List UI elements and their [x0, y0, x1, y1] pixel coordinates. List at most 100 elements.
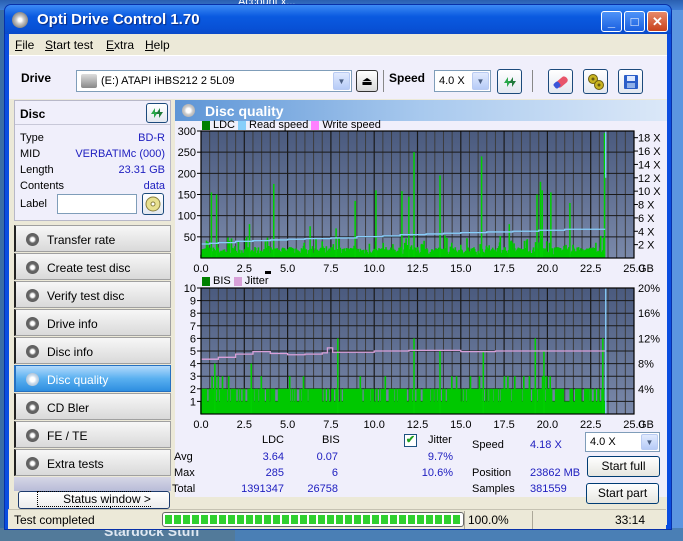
- disc-icon: [26, 373, 39, 386]
- eject-button[interactable]: ⏏: [356, 70, 378, 92]
- position-value: 23862 MB: [530, 467, 581, 479]
- client-area: File Start test Extra Help Drive (E:) AT…: [9, 34, 667, 525]
- disc-panel-header: Disc: [15, 101, 170, 125]
- progress-fill: [165, 515, 461, 524]
- disc-icon: [26, 233, 39, 246]
- disc-icon: [26, 401, 39, 414]
- legend-swatch-write-speed: [311, 120, 320, 130]
- nav-drive-info[interactable]: Drive info: [14, 309, 171, 336]
- stats-total-ldc: 1391347: [241, 483, 284, 495]
- menu-file[interactable]: File: [15, 38, 34, 52]
- start-full-button[interactable]: Start full: [587, 456, 660, 477]
- disc-icon: [26, 345, 39, 358]
- stats-max-jitter: 10.6%: [421, 467, 453, 479]
- disc-label-label: Label: [20, 198, 47, 210]
- drive-select[interactable]: (E:) ATAPI iHBS212 2 5L09 ▼: [76, 70, 352, 92]
- progress-bar: [162, 512, 464, 527]
- speed-label: Speed: [389, 71, 426, 85]
- speed-readout-value: 4.18 X: [530, 439, 562, 451]
- chevron-down-icon[interactable]: ▼: [333, 72, 350, 90]
- stats-avg-label: Avg: [174, 451, 193, 463]
- stats-max-label: Max: [174, 467, 195, 479]
- stats-total-bis: 26758: [307, 483, 338, 495]
- nav-extra-tests[interactable]: Extra tests: [14, 449, 171, 476]
- window-title: Opti Drive Control 1.70: [37, 11, 200, 28]
- disc-panel-title: Disc: [20, 107, 46, 121]
- nav-spacer: [14, 477, 171, 491]
- jitter-checkbox[interactable]: ✔: [404, 434, 417, 447]
- samples-value: 381559: [530, 483, 567, 495]
- nav-verify-test-disc[interactable]: Verify test disc: [14, 281, 171, 308]
- disc-icon: [26, 261, 39, 274]
- menu-extra[interactable]: Extra: [106, 38, 134, 52]
- minimize-button[interactable]: _: [601, 11, 622, 32]
- speed-readout-label: Speed: [472, 439, 504, 451]
- chevron-down-icon[interactable]: ▼: [641, 434, 658, 450]
- stats-header-bis: BIS: [322, 434, 340, 446]
- start-part-button[interactable]: Start part: [586, 483, 659, 504]
- chevron-down-icon[interactable]: ▼: [472, 72, 489, 90]
- menu-start-test[interactable]: Start test: [45, 38, 93, 52]
- disc-refresh-button[interactable]: [146, 103, 168, 123]
- disc-length-label: Length: [20, 164, 54, 176]
- maximize-button[interactable]: □: [624, 11, 645, 32]
- disc-label-input[interactable]: [57, 194, 137, 214]
- menu-bar: File Start test Extra Help: [9, 34, 667, 55]
- refresh-button[interactable]: [497, 69, 522, 94]
- title-bar[interactable]: Opti Drive Control 1.70 _ □ ✕: [5, 5, 671, 34]
- disc-icon: [26, 289, 39, 302]
- disc-icon: [26, 429, 39, 442]
- disc-label-button[interactable]: [142, 193, 164, 215]
- status-divider: [532, 511, 533, 529]
- nav-disc-info[interactable]: Disc info: [14, 337, 171, 364]
- close-button[interactable]: ✕: [647, 11, 668, 32]
- disc-quality-header: Disc quality: [175, 100, 667, 121]
- menu-help[interactable]: Help: [145, 38, 170, 52]
- progress-percent: 100.0%: [468, 513, 509, 527]
- legend-jitter: Jitter: [244, 275, 269, 287]
- disc-type-value: BD-R: [138, 132, 165, 144]
- nav-transfer-rate[interactable]: Transfer rate: [14, 225, 171, 252]
- save-icon: [623, 74, 638, 89]
- legend-swatch-read-speed: [238, 120, 247, 130]
- nav-cd-bler[interactable]: CD Bler: [14, 393, 171, 420]
- save-button[interactable]: [618, 69, 643, 94]
- eraser-icon: [553, 75, 568, 88]
- legend-swatch-ldc: [202, 120, 210, 130]
- legend-ldc: LDC: [213, 119, 236, 131]
- speed-select-value: 4.0 X: [439, 75, 465, 87]
- status-divider: [464, 511, 465, 529]
- disc-mid-value: VERBATIMc (000): [75, 148, 165, 160]
- stats-max-ldc: 285: [265, 467, 284, 479]
- nav-create-test-disc[interactable]: Create test disc: [14, 253, 171, 280]
- settings-button[interactable]: [583, 69, 608, 94]
- erase-button[interactable]: [548, 69, 573, 94]
- disc-icon: [26, 457, 39, 470]
- drive-icon: [81, 74, 97, 88]
- position-label: Position: [472, 467, 512, 479]
- disc-mid-label: MID: [20, 148, 41, 160]
- chart1-legend: LDC Read speed Write speed: [202, 119, 381, 131]
- refresh-icon: [151, 108, 163, 118]
- toolbar-divider: [532, 70, 533, 92]
- speed-select[interactable]: 4.0 X ▼: [434, 70, 491, 92]
- elapsed-time: 33:14: [615, 513, 646, 527]
- nav-disc-quality[interactable]: Disc quality: [14, 365, 171, 392]
- stats-avg-bis: 0.07: [316, 451, 338, 463]
- stats-header-ldc: LDC: [262, 434, 285, 446]
- disc-info-panel: Disc Type BD-R MID VERBATIMc (000) Lengt…: [14, 100, 171, 221]
- status-text: Test completed: [14, 513, 95, 527]
- nav-fe-te[interactable]: FE / TE: [14, 421, 171, 448]
- disc-quality-title: Disc quality: [205, 103, 284, 119]
- disc-quality-icon: [182, 104, 195, 117]
- disc-length-value: 23.31 GB: [118, 164, 165, 176]
- drive-label: Drive: [21, 71, 52, 85]
- toolbar-divider: [383, 70, 384, 92]
- legend-swatch-bis: [202, 276, 210, 286]
- disc-contents-label: Contents: [20, 180, 65, 192]
- test-speed-select[interactable]: 4.0 X ▼: [585, 432, 660, 452]
- stats-header-jitter: Jitter: [428, 434, 452, 446]
- stats-avg-jitter: 9.7%: [427, 451, 453, 463]
- legend-write-speed: Write speed: [322, 119, 381, 131]
- status-window-button[interactable]: Status window > >: [18, 491, 170, 522]
